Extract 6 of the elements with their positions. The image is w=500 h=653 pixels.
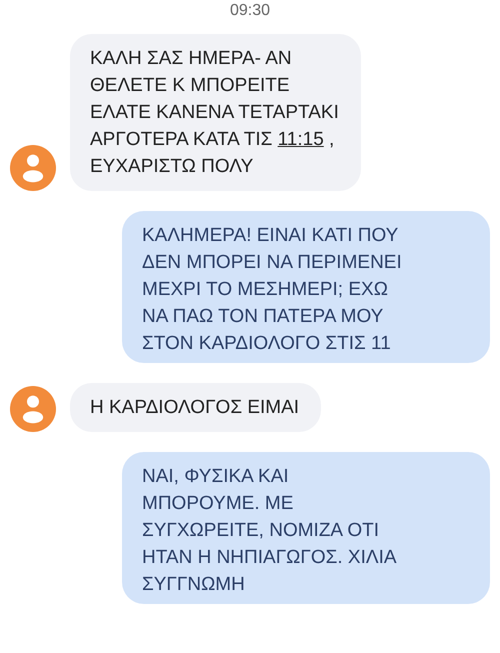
message-bubble: Η ΚΑΡΔΙΟΛΟΓΟΣ ΕΙΜΑΙ	[70, 383, 322, 432]
message-bubble: ΝΑΙ, ΦΥΣΙΚΑ ΚΑΙ ΜΠΟΡΟΥΜΕ. ΜΕ ΣΥΓΧΩΡΕΙΤΕ, ΝΟΜΙΖΑ ΟΤΙ ΗΤΑΝ Η ΝΗΠΙΑΓΩΓΟΣ. ΧΙΛΙΑ ΣΥΓΓΝΩΜΗ	[122, 452, 490, 604]
message-bubble: ΚΑΛΗΜΕΡΑ! ΕΙΝΑΙ ΚΑΤΙ ΠΟΥ ΔΕΝ ΜΠΟΡΕΙ ΝΑ ΠΕΡΙΜΕΝΕΙ ΜΕΧΡΙ ΤΟ ΜΕΣΗΜΕΡΙ; ΕΧΩ ΝΑ ΠΑΩ ΤΟΝ ΠΑΤΕΡΑ ΜΟΥ ΣΤΟΝ ΚΑΡΔΙΟΛΟΓΟ ΣΤΙΣ 11	[122, 211, 490, 363]
message-bubble: ΚΑΛΗ ΣΑΣ ΗΜΕΡΑ- ΑΝ ΘΕΛΕΤΕ Κ ΜΠΟΡΕΙΤΕ ΕΛΑΤΕ ΚΑΝΕΝΑ ΤΕΤΑΡΤΑΚΙ ΑΡΓΟΤΕΡΑ ΚΑΤΑ ΤΙΣ 11:15 , ΕΥΧΑΡΙΣΤΩ ΠΟΛΥ	[70, 34, 361, 191]
timestamp: 09:30	[230, 2, 270, 19]
time-link[interactable]: 11:15	[278, 129, 324, 150]
